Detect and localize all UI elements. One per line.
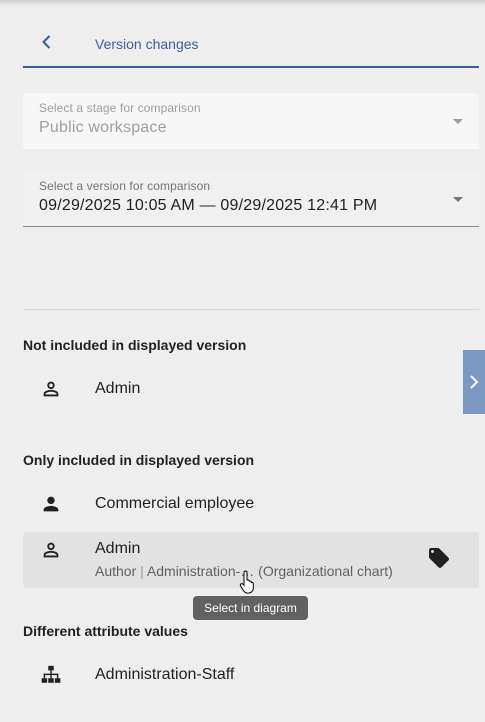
stage-select[interactable]: Select a stage for comparison Public wor… [23,93,479,149]
person-outline-icon [43,542,59,558]
panel-header: Version changes [23,22,479,68]
list-item-label: Admin [95,380,141,397]
hand-cursor-icon [239,570,254,594]
list-item[interactable]: Commercial employee [23,480,479,528]
expand-panel-button[interactable] [463,350,485,414]
stage-select-label: Select a stage for comparison [39,101,201,115]
role-text: Author [95,563,137,579]
dropdown-arrow-icon [453,119,463,124]
version-select[interactable]: Select a version for comparison 09/29/20… [23,171,479,227]
list-item-label: Admin [95,540,141,557]
version-select-label: Select a version for comparison [39,179,211,193]
chevron-left-icon[interactable] [37,32,57,52]
chevron-right-icon [470,375,479,389]
section-title-different-attributes: Different attribute values [23,623,188,639]
list-item-label: Commercial employee [95,495,255,512]
person-outline-icon [43,381,59,397]
dropdown-arrow-icon [453,197,463,202]
page-title: Version changes [95,36,199,52]
list-item[interactable]: Admin [23,365,479,413]
stage-select-value: Public workspace [39,119,167,136]
org-chart-icon [41,665,61,683]
model-text: (Organizational chart) [258,563,393,579]
tag-icon[interactable] [427,546,451,570]
version-select-value: 09/29/2025 10:05 AM — 09/29/2025 12:41 P… [39,197,378,214]
person-filled-icon [43,496,59,512]
separator: | [140,563,144,579]
divider [23,309,479,310]
list-item-label: Administration-Staff [95,666,235,683]
section-title-not-included: Not included in displayed version [23,337,247,353]
top-shadow [0,0,485,6]
list-item[interactable]: Administration-Staff [23,651,479,699]
tooltip: Select in diagram [193,596,308,620]
section-title-only-included: Only included in displayed version [23,452,255,468]
